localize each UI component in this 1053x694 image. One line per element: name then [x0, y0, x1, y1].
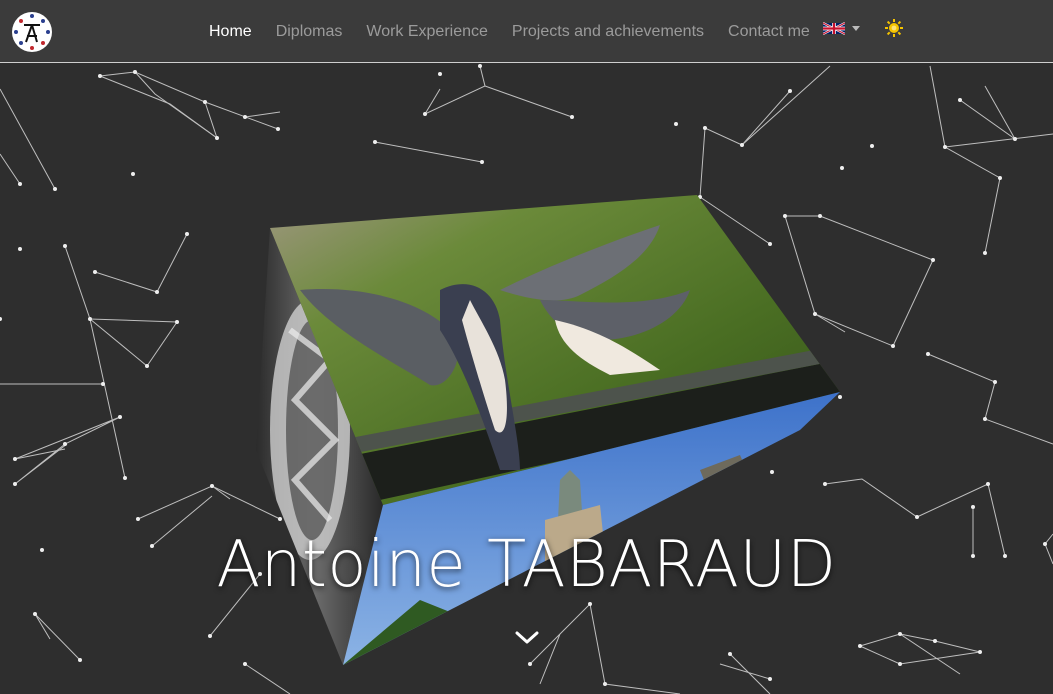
language-dropdown[interactable] — [823, 19, 860, 37]
nav-link-projects[interactable]: Projects and achievements — [512, 23, 704, 41]
monogram-logo-icon[interactable] — [12, 12, 52, 52]
navbar: Home Diplomas Work Experience Projects a… — [0, 0, 1053, 63]
uk-flag-icon — [823, 21, 845, 35]
main-nav: Home Diplomas Work Experience Projects a… — [209, 0, 834, 63]
chevron-down-icon[interactable] — [514, 628, 540, 646]
nav-link-home[interactable]: Home — [209, 23, 252, 41]
hero-name: Antoine TABARAUD — [216, 528, 837, 602]
caret-down-icon — [852, 25, 860, 31]
sun-icon[interactable] — [884, 18, 904, 38]
nav-link-work-experience[interactable]: Work Experience — [366, 23, 488, 41]
nav-link-diplomas[interactable]: Diplomas — [276, 23, 343, 41]
nav-link-contact[interactable]: Contact me — [728, 23, 810, 41]
